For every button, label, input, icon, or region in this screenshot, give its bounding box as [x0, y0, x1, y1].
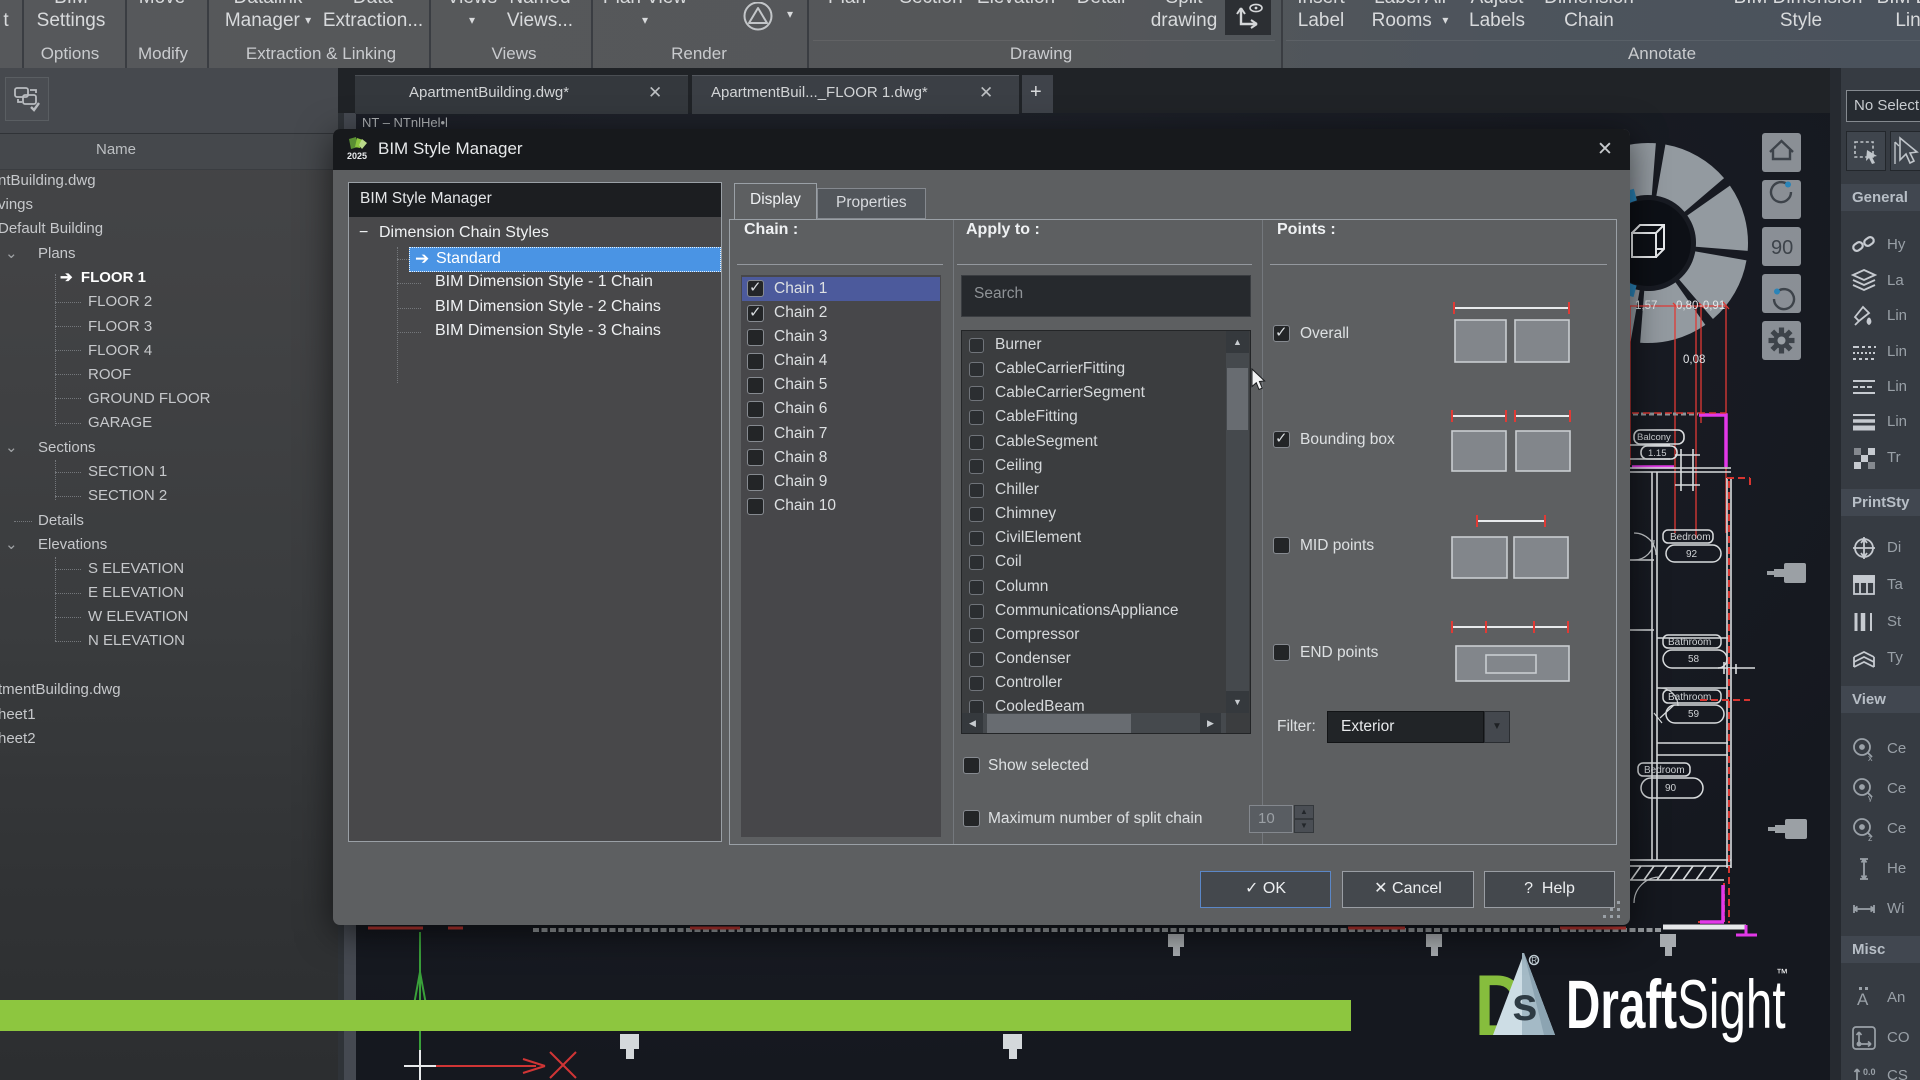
- svg-text:s: s: [1512, 978, 1538, 1030]
- svg-text:90: 90: [1771, 237, 1793, 259]
- svg-text:-0,91: -0,91: [1699, 300, 1725, 312]
- svg-text:58: 58: [1688, 654, 1700, 665]
- svg-text:Bedroom: Bedroom: [1670, 532, 1711, 543]
- svg-text:Bathroom: Bathroom: [1668, 692, 1711, 703]
- svg-text:0,08: 0,08: [1683, 354, 1705, 366]
- svg-text:1,57: 1,57: [1635, 300, 1657, 312]
- svg-text:59: 59: [1688, 709, 1700, 720]
- svg-text:1.15: 1.15: [1648, 448, 1667, 459]
- svg-text:Bedroom: Bedroom: [1644, 765, 1685, 776]
- svg-text:Balcony: Balcony: [1637, 432, 1671, 443]
- svg-text:Bathroom: Bathroom: [1668, 637, 1711, 648]
- svg-text:x: x: [1868, 753, 1873, 762]
- svg-text:A: A: [1857, 990, 1869, 1009]
- svg-text:0,80: 0,80: [1676, 300, 1698, 312]
- svg-text:R: R: [1531, 956, 1537, 965]
- svg-text:90: 90: [1665, 783, 1677, 794]
- svg-text:z: z: [1868, 833, 1873, 842]
- svg-text:92: 92: [1686, 549, 1698, 560]
- svg-text:y: y: [1868, 793, 1873, 802]
- svg-text:0.0: 0.0: [1863, 1067, 1876, 1077]
- svg-text:2025: 2025: [347, 151, 367, 161]
